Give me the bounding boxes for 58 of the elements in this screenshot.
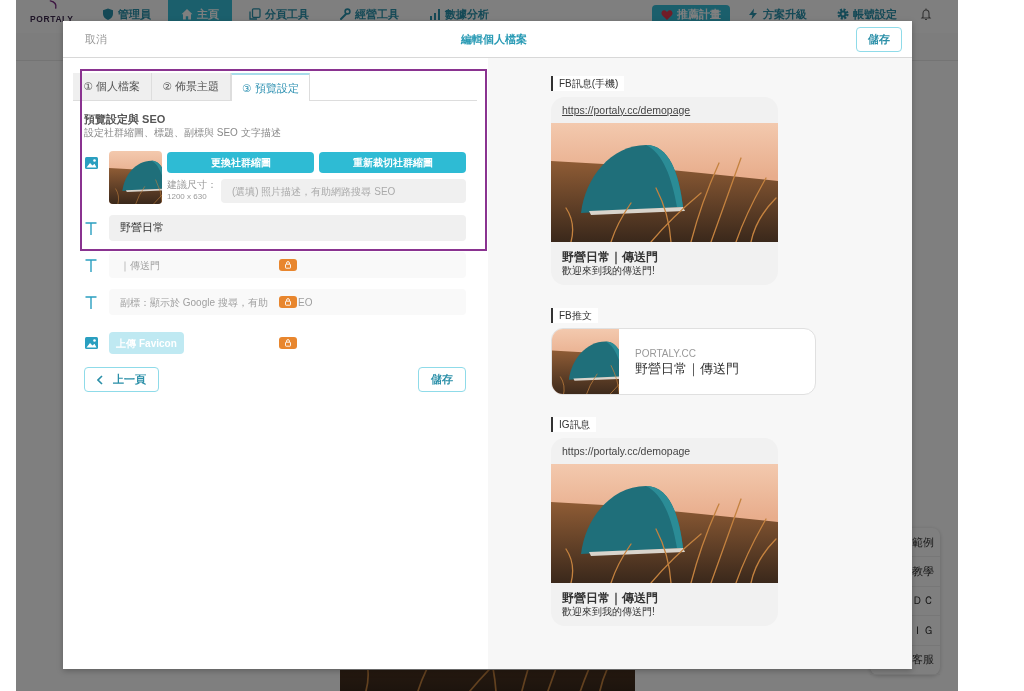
- text-field[interactable]: 野營日常: [109, 215, 466, 241]
- alt-text-field[interactable]: (選填) 照片描述，有助網路搜尋 SEO: [221, 179, 466, 203]
- bar-chart-icon: [429, 8, 441, 20]
- nav-link[interactable]: 經營工具: [326, 0, 412, 21]
- text-field[interactable]: ｜傳送門: [109, 252, 466, 278]
- cancel-button[interactable]: 取消: [85, 32, 107, 46]
- preview-description: 歡迎來到我的傳送門!: [562, 606, 655, 618]
- preview-section-label: FB訊息(手機): [551, 76, 625, 91]
- modal-title: 編輯個人檔案: [460, 32, 527, 46]
- photo-placeholder: [109, 151, 162, 204]
- placeholder-text: EO: [298, 295, 313, 309]
- floating-menu-item[interactable]: 教學: [912, 565, 934, 579]
- preview-link[interactable]: https://portaly.cc/demopage: [562, 103, 691, 117]
- floating-menu-item[interactable]: 範例: [912, 535, 934, 549]
- preview-description: 歡迎來到我的傳送門!: [562, 265, 655, 277]
- lock-icon: [279, 337, 297, 349]
- text-icon: [85, 295, 97, 309]
- tab[interactable]: ② 佈景主題: [152, 73, 231, 100]
- tab[interactable]: ① 個人檔案: [73, 73, 152, 100]
- pages-icon: [249, 8, 261, 20]
- previous-page-button[interactable]: 上一頁: [84, 367, 159, 392]
- floating-menu-item[interactable]: ＩＧ: [912, 623, 934, 637]
- section-description: 設定社群縮圖、標題、副標與 SEO 文字描述: [84, 126, 282, 139]
- floating-menu-item[interactable]: 客服: [912, 653, 934, 667]
- lock-icon: [279, 296, 297, 308]
- preview-title: 野營日常｜傳送門: [635, 359, 739, 377]
- nav-link[interactable]: 分頁工具: [236, 0, 322, 21]
- image-icon: [85, 337, 98, 349]
- logo-swoosh-icon: [49, 0, 58, 9]
- replace-thumbnail-button[interactable]: 更換社群縮圖: [167, 152, 314, 173]
- shield-icon: [102, 8, 114, 20]
- size-hint-label: 建議尺寸：: [167, 179, 217, 191]
- section-title: 預覽設定與 SEO: [84, 112, 167, 126]
- preview-section-label: IG訊息: [551, 417, 596, 432]
- preview-url: https://portaly.cc/demopage: [562, 444, 691, 458]
- bell-icon[interactable]: [920, 8, 932, 21]
- save-button[interactable]: 儲存: [856, 26, 902, 52]
- nav-link[interactable]: 數據分析: [416, 0, 502, 21]
- preview-section-label: FB推文: [551, 308, 598, 323]
- chevron-left-icon: [97, 374, 103, 385]
- nav-link[interactable]: 管理員: [89, 0, 164, 21]
- heart-icon: [661, 8, 673, 21]
- preview-domain: PORTALY.CC: [635, 346, 696, 360]
- recrop-thumbnail-button[interactable]: 重新裁切社群縮圖: [319, 152, 466, 173]
- nav-link[interactable]: 帳號設定: [824, 0, 910, 21]
- wrench-icon: [339, 8, 351, 20]
- text-icon: [85, 258, 97, 272]
- tab[interactable]: ③ 預覽設定: [231, 73, 310, 101]
- lock-icon: [279, 259, 297, 271]
- nav-link[interactable]: 方案升級: [734, 0, 820, 21]
- floating-menu-item[interactable]: ＤＣ: [912, 594, 934, 608]
- preview-title: 野營日常｜傳送門: [562, 250, 658, 265]
- preview-title: 野營日常｜傳送門: [562, 591, 658, 606]
- size-hint-value: 1200 x 630: [167, 191, 208, 203]
- text-icon: [85, 221, 97, 235]
- photo-placeholder: [552, 329, 619, 394]
- image-icon: [85, 157, 98, 169]
- save-button[interactable]: 儲存: [418, 367, 466, 392]
